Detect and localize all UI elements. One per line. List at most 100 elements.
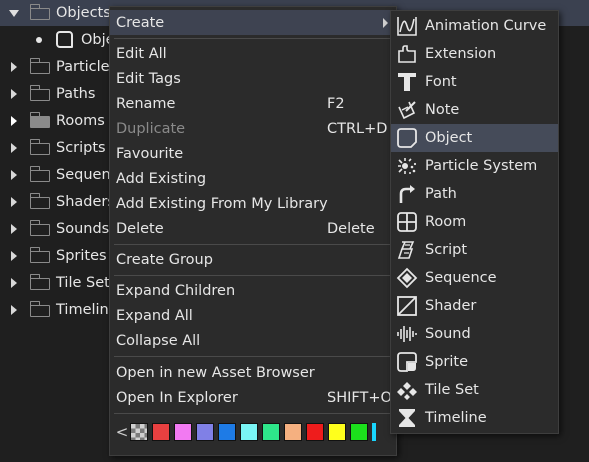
submenu-item-label: Sequence [425, 270, 497, 286]
folder-icon [29, 4, 50, 20]
tree-item-label: Shaders [56, 194, 115, 210]
folder-icon [29, 85, 50, 101]
chevron-right-icon[interactable] [11, 278, 17, 288]
submenu-item-room[interactable]: Room [391, 208, 558, 236]
color-swatch[interactable] [196, 423, 214, 441]
color-swatch[interactable] [262, 423, 280, 441]
menu-item-delete[interactable]: Delete Delete [110, 216, 396, 241]
submenu-item-label: Object [425, 130, 473, 146]
menu-separator [114, 413, 394, 414]
room-icon [396, 211, 418, 233]
bullet-icon [36, 37, 42, 43]
menu-item-label: Rename [116, 95, 176, 112]
submenu-item-sprite[interactable]: Sprite [391, 348, 558, 376]
submenu-item-label: Font [425, 74, 457, 90]
menu-item-label: Duplicate [116, 120, 186, 137]
submenu-item-object[interactable]: Object [391, 124, 558, 152]
context-menu: Create Edit All Edit Tags Rename F2 Dupl… [109, 6, 397, 456]
menu-separator [114, 356, 394, 357]
submenu-item-note[interactable]: Note [391, 96, 558, 124]
chevron-right-icon[interactable] [11, 62, 17, 72]
chevron-right-icon[interactable] [11, 143, 17, 153]
menu-item-shortcut: SHIFT+O [327, 389, 392, 406]
submenu-item-script[interactable]: Script [391, 236, 558, 264]
menu-item-duplicate[interactable]: Duplicate CTRL+D [110, 116, 396, 141]
submenu-item-shader[interactable]: Shader [391, 292, 558, 320]
menu-separator [114, 275, 394, 276]
tree-item-label: Paths [56, 86, 96, 102]
chevron-right-icon[interactable] [11, 116, 17, 126]
menu-item-create-group[interactable]: Create Group [110, 247, 396, 272]
submenu-item-label: Extension [425, 46, 497, 62]
asset-browser: Objects Obje Particle Paths Rooms Script… [0, 0, 589, 462]
timeline-icon [396, 407, 418, 429]
chevron-right-icon[interactable] [11, 89, 17, 99]
color-swatch-none[interactable] [130, 423, 148, 441]
create-submenu: Animation Curve Extension Font Note Obje… [390, 10, 559, 434]
submenu-item-extension[interactable]: Extension [391, 40, 558, 68]
submenu-item-label: Path [425, 186, 457, 202]
submenu-item-label: Sprite [425, 354, 469, 370]
menu-item-edit-all[interactable]: Edit All [110, 41, 396, 66]
chevron-right-icon[interactable] [11, 251, 17, 261]
color-swatch[interactable] [174, 423, 192, 441]
color-swatch[interactable] [306, 423, 324, 441]
chevron-down-icon[interactable] [9, 10, 19, 17]
menu-item-label: Expand Children [116, 282, 236, 299]
extension-icon [396, 43, 418, 65]
menu-item-expand-children[interactable]: Expand Children [110, 278, 396, 303]
menu-item-shortcut: Delete [327, 220, 375, 237]
menu-item-shortcut: F2 [327, 95, 345, 112]
color-swatch[interactable] [328, 423, 346, 441]
folder-icon [29, 193, 50, 209]
color-swatch[interactable] [240, 423, 258, 441]
submenu-item-particle-system[interactable]: Particle System [391, 152, 558, 180]
menu-item-label: Favourite [116, 145, 184, 162]
submenu-item-font[interactable]: Font [391, 68, 558, 96]
tree-item-label: Objects [56, 5, 111, 21]
color-swatch[interactable] [152, 423, 170, 441]
menu-item-expand-all[interactable]: Expand All [110, 303, 396, 328]
color-swatch[interactable] [284, 423, 302, 441]
submenu-item-label: Shader [425, 298, 477, 314]
menu-item-open-new-browser[interactable]: Open in new Asset Browser [110, 360, 396, 385]
menu-item-add-existing[interactable]: Add Existing [110, 166, 396, 191]
note-icon [396, 99, 418, 121]
menu-item-rename[interactable]: Rename F2 [110, 91, 396, 116]
menu-item-open-explorer[interactable]: Open In Explorer SHIFT+O [110, 385, 396, 410]
color-swatch-partial[interactable] [372, 423, 376, 441]
sequence-icon [396, 267, 418, 289]
menu-item-favourite[interactable]: Favourite [110, 141, 396, 166]
folder-icon [29, 274, 50, 290]
submenu-item-sound[interactable]: Sound [391, 320, 558, 348]
menu-item-label: Add Existing [116, 170, 207, 187]
submenu-item-timeline[interactable]: Timeline [391, 404, 558, 432]
chevron-right-icon [383, 18, 388, 28]
submenu-item-label: Timeline [425, 410, 487, 426]
scroll-left-button[interactable]: < [114, 423, 130, 441]
tile-set-icon [396, 379, 418, 401]
color-swatch[interactable] [218, 423, 236, 441]
color-swatch-row: < [114, 420, 394, 444]
submenu-item-path[interactable]: Path [391, 180, 558, 208]
tree-item-label: Sprites [56, 248, 107, 264]
font-icon [396, 71, 418, 93]
menu-item-collapse-all[interactable]: Collapse All [110, 328, 396, 353]
submenu-item-tile-set[interactable]: Tile Set [391, 376, 558, 404]
menu-item-edit-tags[interactable]: Edit Tags [110, 66, 396, 91]
chevron-right-icon[interactable] [11, 305, 17, 315]
path-icon [396, 183, 418, 205]
color-swatch[interactable] [350, 423, 368, 441]
chevron-right-icon[interactable] [11, 224, 17, 234]
submenu-item-sequence[interactable]: Sequence [391, 264, 558, 292]
menu-item-add-existing-library[interactable]: Add Existing From My Library [110, 191, 396, 216]
menu-item-create[interactable]: Create [110, 10, 396, 35]
chevron-right-icon[interactable] [11, 170, 17, 180]
folder-icon [29, 301, 50, 317]
submenu-item-animation-curve[interactable]: Animation Curve [391, 12, 558, 40]
object-icon [396, 127, 418, 149]
menu-item-label: Edit All [116, 45, 167, 62]
folder-icon [29, 58, 50, 74]
chevron-right-icon[interactable] [11, 197, 17, 207]
tree-item-label: Sounds [56, 221, 110, 237]
